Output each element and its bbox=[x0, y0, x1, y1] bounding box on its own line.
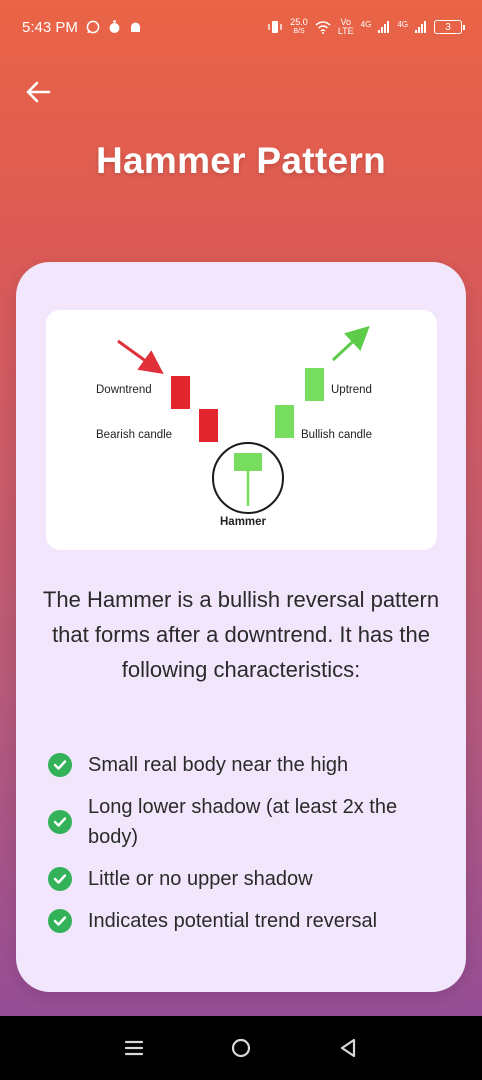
bearish-candle-1 bbox=[171, 376, 190, 409]
signal-icon bbox=[415, 21, 427, 33]
android-icon bbox=[129, 21, 142, 34]
speed-unit: B/S bbox=[293, 28, 305, 35]
bullish-candle-2 bbox=[305, 368, 324, 401]
bullish-candle-1 bbox=[275, 405, 294, 438]
speed-value: 25.0 bbox=[290, 17, 308, 27]
network-speed: 25.0 B/S bbox=[290, 18, 308, 36]
home-icon bbox=[231, 1038, 251, 1058]
arrow-left-icon bbox=[26, 81, 51, 103]
characteristic-text: Indicates potential trend reversal bbox=[88, 910, 378, 932]
bearish-candle-label: Bearish candle bbox=[96, 429, 173, 441]
signal-icon bbox=[378, 21, 390, 33]
page-title: Hammer Pattern bbox=[95, 140, 387, 181]
characteristic-text: Long lower shadow (at least 2x the body) bbox=[88, 796, 398, 848]
downtrend-label: Downtrend bbox=[96, 384, 152, 396]
hammer-body bbox=[234, 453, 262, 471]
whatsapp-icon bbox=[86, 20, 100, 34]
status-right: 25.0 B/S Vo LTE 4G 4G 3 bbox=[267, 18, 465, 36]
hammer-label: Hammer bbox=[220, 516, 267, 528]
system-nav-bar bbox=[0, 1016, 482, 1080]
network-label-2: 4G bbox=[397, 20, 408, 29]
wifi-icon bbox=[315, 20, 331, 34]
status-time: 5:43 PM bbox=[22, 18, 78, 36]
nav-back-button[interactable] bbox=[328, 1028, 368, 1068]
characteristics-list: Small real body near the high Long lower… bbox=[48, 750, 448, 948]
characteristic-text: Small real body near the high bbox=[88, 754, 349, 776]
bullish-candle-label: Bullish candle bbox=[301, 429, 372, 441]
list-item: Long lower shadow (at least 2x the body) bbox=[48, 792, 448, 852]
volte-bottom: LTE bbox=[337, 26, 354, 36]
vibrate-icon bbox=[267, 20, 283, 34]
battery-level: 3 bbox=[445, 21, 451, 33]
check-circle-icon bbox=[48, 810, 72, 834]
check-circle-icon bbox=[48, 867, 72, 891]
recent-apps-icon bbox=[124, 1040, 143, 1056]
check-circle-icon bbox=[48, 753, 72, 777]
back-triangle-icon bbox=[341, 1038, 356, 1058]
uptrend-label: Uptrend bbox=[331, 384, 372, 396]
bearish-candle-2 bbox=[199, 409, 218, 442]
content-card: Downtrend Bearish candle Uptrend Bullish… bbox=[16, 262, 466, 992]
volte-indicator: Vo LTE bbox=[338, 18, 354, 36]
downtrend-arrow bbox=[117, 339, 164, 375]
pattern-description: The Hammer is a bullish reversal pattern… bbox=[42, 587, 440, 682]
back-button[interactable] bbox=[22, 76, 54, 108]
uptrend-arrow bbox=[331, 325, 370, 362]
network-label-1: 4G bbox=[360, 20, 372, 29]
check-circle-icon bbox=[48, 909, 72, 933]
status-bar: 5:43 PM 25.0 B/S Vo LTE 4G 4G 3 bbox=[0, 0, 482, 54]
list-item: Small real body near the high bbox=[48, 750, 448, 780]
stopwatch-icon bbox=[108, 20, 121, 34]
status-left: 5:43 PM bbox=[22, 19, 142, 36]
list-item: Indicates potential trend reversal bbox=[48, 906, 448, 936]
home-button[interactable] bbox=[221, 1028, 261, 1068]
recent-apps-button[interactable] bbox=[114, 1028, 154, 1068]
list-item: Little or no upper shadow bbox=[48, 864, 448, 894]
battery-icon: 3 bbox=[434, 20, 465, 34]
characteristic-text: Little or no upper shadow bbox=[88, 868, 313, 890]
hammer-pattern-illustration: Downtrend Bearish candle Uptrend Bullish… bbox=[46, 310, 437, 550]
